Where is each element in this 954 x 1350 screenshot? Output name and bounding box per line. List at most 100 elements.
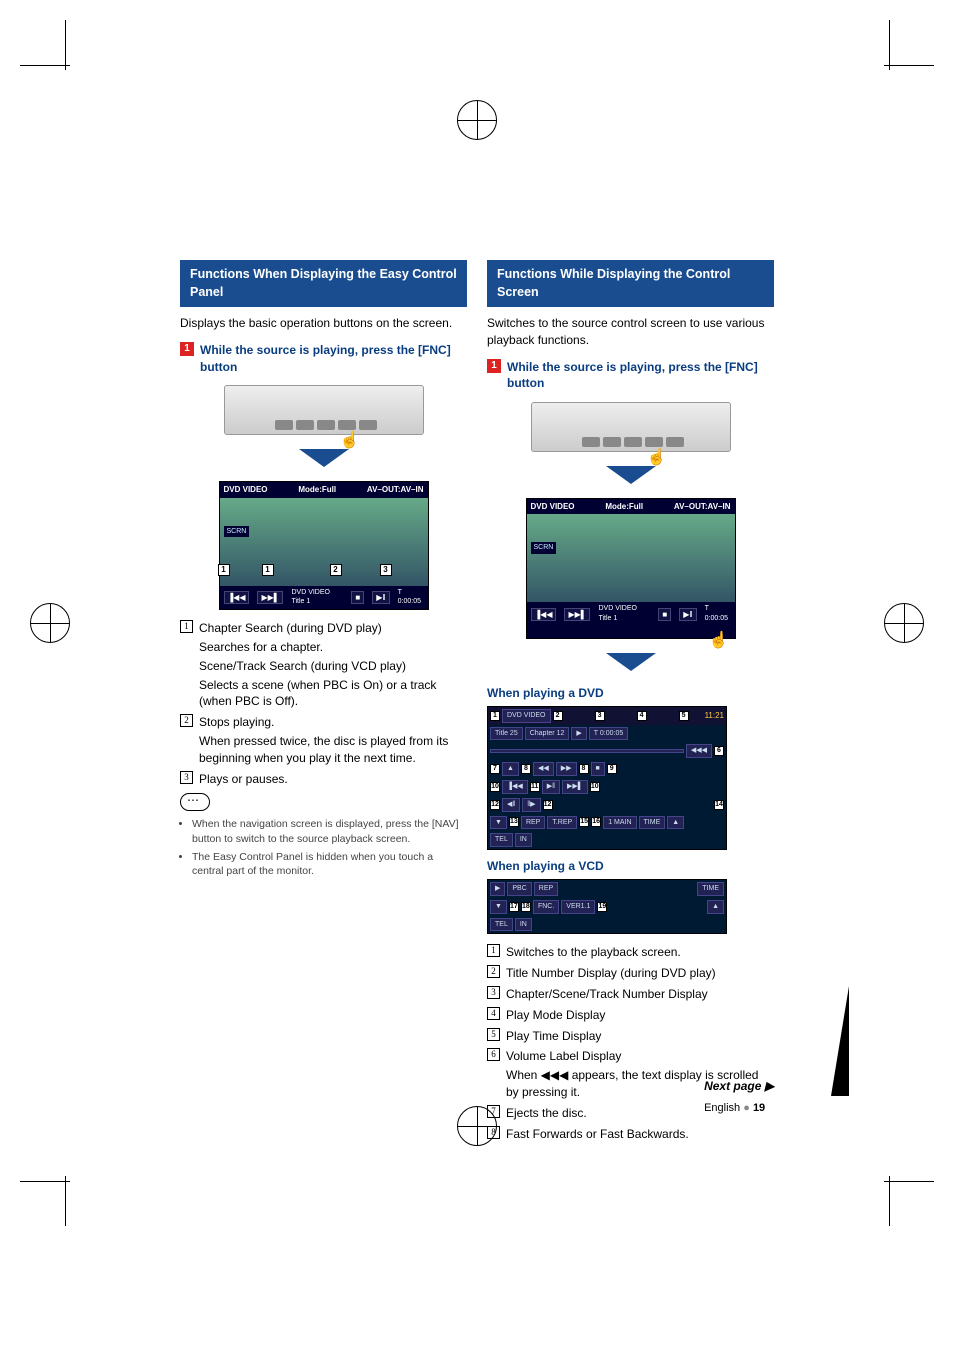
prev-button: ▐◀◀ bbox=[502, 780, 528, 794]
finger-icon: ☝ bbox=[647, 447, 667, 469]
version-label: VER1.1 bbox=[561, 900, 595, 914]
callout-1: 1 bbox=[262, 564, 274, 576]
fnc-button: FNC. bbox=[533, 900, 559, 914]
registration-mark bbox=[30, 603, 70, 643]
next-page-link: Next page ▶ bbox=[704, 1078, 774, 1095]
play-button: ▶ǁ bbox=[372, 591, 389, 604]
eject-button: ▲ bbox=[502, 762, 519, 776]
item-text: Title Number Display (during DVD play) bbox=[506, 965, 774, 982]
device-nav-button bbox=[359, 420, 377, 430]
slowfwd-button: ǁ▶ bbox=[522, 798, 540, 812]
callout: 2 bbox=[553, 711, 563, 721]
list-item: 4Play Mode Display bbox=[487, 1007, 774, 1024]
step-instruction: While the source is playing, press the [… bbox=[200, 342, 467, 376]
list-item: 5Play Time Display bbox=[487, 1028, 774, 1045]
down-page: ▼ bbox=[490, 816, 507, 830]
item-text: Play Time Display bbox=[506, 1028, 774, 1045]
device-nav-button bbox=[666, 437, 684, 447]
pbc-button: PBC bbox=[507, 882, 531, 896]
callout: 12 bbox=[543, 800, 553, 810]
right-column: Functions While Displaying the Control S… bbox=[487, 260, 774, 1146]
crop-mark bbox=[20, 1136, 110, 1226]
device-src-button bbox=[645, 437, 663, 447]
volume-label bbox=[490, 749, 684, 753]
device-button bbox=[317, 420, 335, 430]
shot-label: Mode:Full bbox=[298, 484, 336, 495]
left-column: Functions When Displaying the Easy Contr… bbox=[180, 260, 467, 1146]
intro-text: Displays the basic operation buttons on … bbox=[180, 315, 467, 332]
device-button bbox=[603, 437, 621, 447]
page-footer: Next page ▶ English ● 19 bbox=[704, 1078, 774, 1116]
list-item: 2 Title Number Display (during DVD play) bbox=[487, 965, 774, 982]
list-item: 8Fast Forwards or Fast Backwards. bbox=[487, 1126, 774, 1143]
list-item: 3Chapter/Scene/Track Number Display bbox=[487, 986, 774, 1003]
callout: 18 bbox=[521, 902, 531, 912]
language-label: English bbox=[704, 1102, 740, 1114]
in-label: IN bbox=[515, 833, 532, 847]
registration-mark bbox=[884, 603, 924, 643]
number-box: 1 bbox=[180, 620, 193, 633]
dot-icon: ● bbox=[743, 1102, 750, 1114]
shot-label: Mode:Full bbox=[605, 501, 643, 512]
device-illustration: ☝ bbox=[224, 385, 424, 435]
slowrev-button: ◀ǁ bbox=[502, 798, 520, 812]
trep-button: T.REP bbox=[547, 816, 577, 830]
list-item: 1Switches to the playback screen. bbox=[487, 944, 774, 961]
callout: 12 bbox=[490, 800, 500, 810]
list-item: 3 Plays or pauses. bbox=[180, 771, 467, 788]
dvd-control-screenshot: 1 DVD VIDEO 2 3 4 5 11:21 Title 25 Chapt… bbox=[487, 706, 727, 850]
item-head: Stops playing. bbox=[199, 714, 467, 731]
number-box: 3 bbox=[180, 771, 193, 784]
note-item: The Easy Control Panel is hidden when yo… bbox=[192, 850, 467, 879]
up-page: ▲ bbox=[707, 900, 724, 914]
step-number: 1 bbox=[487, 359, 501, 373]
scrn-button: SCRN bbox=[224, 526, 250, 538]
callout: 4 bbox=[637, 711, 647, 721]
rewind-button: ◀◀ bbox=[533, 762, 554, 776]
main-button: 1 MAIN bbox=[603, 816, 636, 830]
stop-button: ■ bbox=[658, 608, 671, 621]
item-text: Volume Label Display bbox=[506, 1048, 774, 1065]
item-head: Chapter Search (during DVD play) bbox=[199, 620, 467, 637]
device-button bbox=[296, 420, 314, 430]
play-indicator: ▶ bbox=[490, 882, 505, 896]
callout: 11 bbox=[530, 782, 540, 792]
callout: 5 bbox=[679, 711, 689, 721]
finger-icon: ☝ bbox=[709, 630, 729, 652]
item-line: Scene/Track Search (during VCD play) bbox=[199, 658, 467, 675]
device-src-button bbox=[338, 420, 356, 430]
callout: 6 bbox=[714, 746, 724, 756]
rep-button: REP bbox=[534, 882, 558, 896]
in-label: IN bbox=[515, 918, 532, 932]
callout: 3 bbox=[595, 711, 605, 721]
play-button: ▶ǁ bbox=[679, 608, 696, 621]
item-text: Switches to the playback screen. bbox=[506, 944, 774, 961]
shot-time: T 0:00:05 bbox=[705, 604, 731, 624]
step-number: 1 bbox=[180, 342, 194, 356]
callout: 14 bbox=[714, 800, 724, 810]
numbered-list: 1 Chapter Search (during DVD play) Searc… bbox=[180, 620, 467, 787]
device-button bbox=[582, 437, 600, 447]
callout: 7 bbox=[490, 764, 500, 774]
tel-label: TEL bbox=[490, 918, 513, 932]
stop-button: ■ bbox=[351, 591, 364, 604]
callout: 15 bbox=[579, 817, 589, 827]
item-text: Fast Forwards or Fast Backwards. bbox=[506, 1126, 774, 1143]
shot-title: DVD VIDEO Title 1 bbox=[291, 588, 343, 608]
device-button bbox=[624, 437, 642, 447]
tel-label: TEL bbox=[490, 833, 513, 847]
callout: 10 bbox=[490, 782, 500, 792]
page-number: 19 bbox=[753, 1102, 765, 1114]
callout: 13 bbox=[509, 817, 519, 827]
item-text: Play Mode Display bbox=[506, 1007, 774, 1024]
section-header: Functions While Displaying the Control S… bbox=[487, 260, 774, 307]
callout: 8 bbox=[579, 764, 589, 774]
device-button bbox=[275, 420, 293, 430]
number-box: 2 bbox=[487, 965, 500, 978]
number-box: 6 bbox=[487, 1048, 500, 1061]
next-button: ▶▶▌ bbox=[562, 780, 588, 794]
item-line: Searches for a chapter. bbox=[199, 639, 467, 656]
callout: 10 bbox=[590, 782, 600, 792]
shot-time: T 0:00:05 bbox=[398, 588, 424, 608]
source-label: DVD VIDEO bbox=[502, 709, 551, 723]
